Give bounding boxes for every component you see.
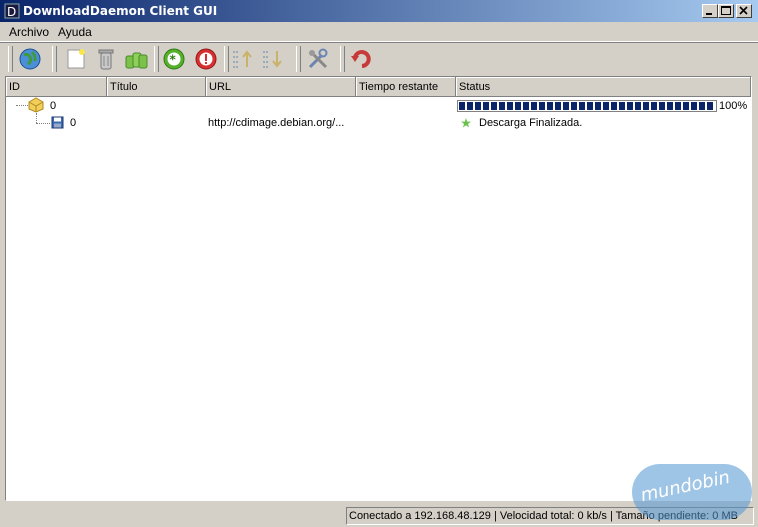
- close-button[interactable]: [736, 4, 752, 18]
- progress-fill: [459, 102, 715, 110]
- toolbar: *: [0, 42, 758, 75]
- tree-connector: [36, 113, 37, 123]
- app-icon: D: [4, 3, 20, 19]
- download-id: 0: [70, 117, 77, 129]
- toolbar-grip[interactable]: [224, 46, 229, 72]
- package-id: 0: [50, 100, 57, 112]
- svg-text:*: *: [170, 53, 177, 67]
- toolbar-grip[interactable]: [8, 46, 13, 72]
- menu-ayuda[interactable]: Ayuda: [58, 25, 92, 39]
- column-header-url[interactable]: URL: [206, 77, 356, 97]
- tree-connector: [36, 123, 50, 124]
- package-progress-bar: [457, 100, 717, 112]
- move-up-icon[interactable]: [230, 47, 254, 71]
- minimize-icon: [706, 13, 712, 15]
- delete-finished-icon[interactable]: [124, 47, 148, 71]
- maximize-icon: [721, 6, 731, 15]
- column-header-tiempo-restante[interactable]: Tiempo restante: [356, 77, 456, 97]
- move-down-icon[interactable]: [260, 47, 284, 71]
- download-status: Descarga Finalizada.: [479, 117, 583, 129]
- column-header-titulo[interactable]: Título: [107, 77, 206, 97]
- configure-tools-icon[interactable]: [306, 47, 330, 71]
- progress-percent: 100%: [719, 100, 748, 112]
- column-header-label: Tiempo restante: [359, 81, 439, 93]
- column-header-label: ID: [9, 81, 20, 93]
- toolbar-grip[interactable]: [340, 46, 345, 72]
- watermark-logo: mundobin: [632, 464, 752, 520]
- watermark-text: mundobin: [638, 466, 732, 507]
- toolbar-grip[interactable]: [296, 46, 301, 72]
- finished-star-icon: [461, 118, 471, 128]
- menu-archivo[interactable]: Archivo: [9, 25, 49, 39]
- maximize-button[interactable]: [718, 4, 734, 18]
- toolbar-grip[interactable]: [52, 46, 57, 72]
- column-header-label: Título: [110, 81, 138, 93]
- download-list[interactable]: ID Título URL Tiempo restante Status 0 1…: [5, 76, 752, 501]
- column-header-label: URL: [209, 81, 232, 93]
- connect-globe-icon[interactable]: [18, 47, 42, 71]
- toolbar-grip[interactable]: [154, 46, 159, 72]
- minimize-button[interactable]: [702, 4, 718, 18]
- deactivate-icon[interactable]: [194, 47, 218, 71]
- activate-icon[interactable]: *: [162, 47, 186, 71]
- window-title: DownloadDaemon Client GUI: [23, 4, 218, 18]
- menu-bar: Archivo Ayuda: [0, 22, 758, 42]
- column-header-status[interactable]: Status: [456, 77, 751, 97]
- delete-trash-icon[interactable]: [94, 47, 118, 71]
- download-url: http://cdimage.debian.org/...: [208, 117, 345, 129]
- file-disk-icon: [51, 116, 64, 129]
- reload-icon[interactable]: [350, 47, 374, 71]
- title-bar: D DownloadDaemon Client GUI: [0, 0, 758, 22]
- column-header-id[interactable]: ID: [6, 77, 107, 97]
- column-header-label: Status: [459, 81, 491, 93]
- new-download-icon[interactable]: [64, 47, 88, 71]
- svg-text:D: D: [7, 5, 16, 19]
- package-box-icon: [28, 97, 44, 113]
- close-icon: [739, 6, 748, 15]
